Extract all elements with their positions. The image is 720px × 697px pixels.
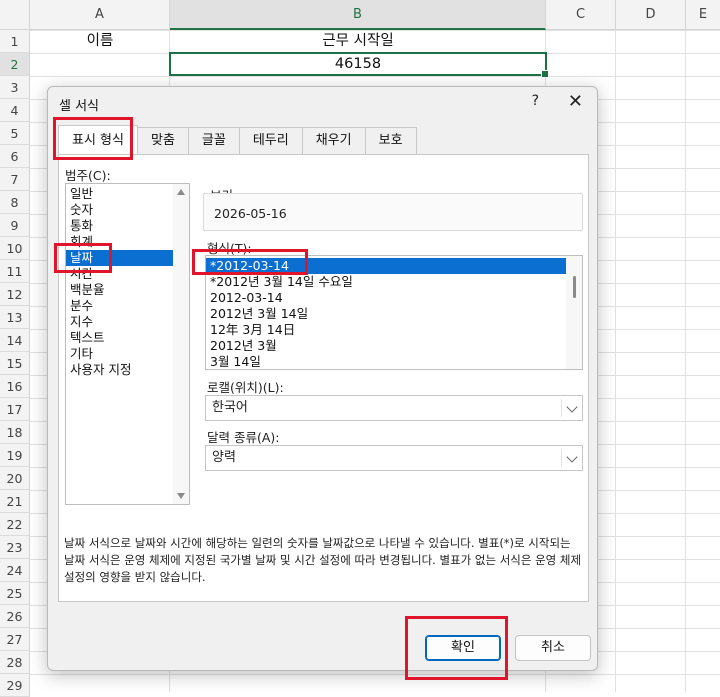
tab-border[interactable]: 테두리 — [238, 127, 303, 155]
row-header-29[interactable]: 29 — [0, 674, 30, 697]
row-header-3[interactable]: 3 — [0, 76, 30, 99]
type-item[interactable]: 3월 14일 — [206, 354, 566, 369]
format-description: 날짜 서식으로 날짜와 시간에 해당하는 일련의 숫자를 날짜값으로 나타낼 수… — [64, 536, 582, 584]
close-icon[interactable]: ✕ — [568, 91, 583, 112]
type-item[interactable]: 2012년 3월 14일 — [206, 306, 566, 322]
row-header-21[interactable]: 21 — [0, 490, 30, 513]
type-listbox[interactable]: *2012-03-14 *2012년 3월 14일 수요일 2012-03-14 20… — [205, 255, 583, 370]
chevron-down-icon — [566, 451, 578, 463]
type-item[interactable]: 12年 3月 14日 — [206, 322, 566, 338]
column-headers: A B C D E — [30, 0, 720, 30]
row-header-2[interactable]: 2 — [0, 53, 30, 76]
row-header-12[interactable]: 12 — [0, 283, 30, 306]
row-headers: 1 2 3 4 5 6 7 8 9 10 11 12 13 14 15 16 17 18 19 20 21 22 23 24 2… — [0, 30, 30, 697]
row-header-24[interactable]: 24 — [0, 559, 30, 582]
category-item[interactable]: 기타 — [66, 346, 174, 362]
dialog-title: 셀 서식 — [59, 99, 100, 114]
tab-font[interactable]: 글꼴 — [187, 127, 240, 155]
type-scroll-thumb[interactable] — [573, 276, 576, 298]
locale-label: 로캘(위치)(L): — [207, 380, 284, 395]
cell-b1[interactable]: 근무 시작일 — [170, 30, 546, 53]
calendar-select[interactable]: 양력 — [205, 445, 583, 471]
active-cell-border — [169, 52, 549, 78]
category-label: 범주(C): — [65, 168, 111, 183]
category-item[interactable]: 시간 — [66, 266, 174, 282]
row-header-11[interactable]: 11 — [0, 260, 30, 283]
cancel-button[interactable]: 취소 — [515, 635, 591, 661]
locale-select[interactable]: 한국어 — [205, 395, 583, 421]
category-item[interactable]: 텍스트 — [66, 330, 174, 346]
row-header-7[interactable]: 7 — [0, 168, 30, 191]
category-item[interactable]: 백분율 — [66, 282, 174, 298]
row-header-25[interactable]: 25 — [0, 582, 30, 605]
type-item[interactable]: 2012년 3월 — [206, 338, 566, 354]
preview-box: 2026-05-16 — [203, 193, 583, 231]
category-item[interactable]: 사용자 지정 — [66, 362, 174, 378]
ok-button[interactable]: 확인 — [425, 635, 501, 661]
cell-a1[interactable]: 이름 — [30, 30, 170, 53]
tab-protection[interactable]: 보호 — [364, 127, 417, 155]
scroll-up-icon[interactable] — [177, 189, 185, 195]
scroll-down-icon[interactable] — [177, 493, 185, 499]
row-header-4[interactable]: 4 — [0, 99, 30, 122]
row-header-17[interactable]: 17 — [0, 398, 30, 421]
column-header-c[interactable]: C — [546, 0, 616, 30]
row-header-15[interactable]: 15 — [0, 352, 30, 375]
row-header-10[interactable]: 10 — [0, 237, 30, 260]
category-listbox[interactable]: 일반 숫자 통화 회계 날짜 시간 백분율 분수 지수 텍스트 기타 사용자 지정 — [65, 183, 190, 505]
type-scrollbar[interactable] — [566, 256, 582, 369]
category-item[interactable]: 지수 — [66, 314, 174, 330]
category-item[interactable]: 회계 — [66, 234, 174, 250]
row-header-13[interactable]: 13 — [0, 306, 30, 329]
preview-value: 2026-05-16 — [214, 206, 287, 221]
locale-value: 한국어 — [212, 400, 248, 415]
tab-number-format[interactable]: 표시 형식 — [58, 125, 138, 155]
calendar-value: 양력 — [212, 450, 236, 465]
row-header-20[interactable]: 20 — [0, 467, 30, 490]
type-item[interactable]: *2012년 3월 14일 수요일 — [206, 274, 566, 290]
row-header-18[interactable]: 18 — [0, 421, 30, 444]
row-header-8[interactable]: 8 — [0, 191, 30, 214]
calendar-label: 달력 종류(A): — [207, 430, 280, 445]
category-item[interactable]: 통화 — [66, 218, 174, 234]
type-item[interactable]: *2012-03-14 — [206, 258, 566, 274]
column-header-e[interactable]: E — [686, 0, 720, 30]
row-header-22[interactable]: 22 — [0, 513, 30, 536]
format-cells-dialog: 셀 서식 ? ✕ 표시 형식 맞춤 글꼴 테두리 채우기 보호 범주(C): 일… — [47, 86, 598, 671]
column-header-d[interactable]: D — [616, 0, 686, 30]
category-item[interactable]: 일반 — [66, 186, 174, 202]
tab-fill[interactable]: 채우기 — [301, 127, 366, 155]
row-header-26[interactable]: 26 — [0, 605, 30, 628]
row-header-5[interactable]: 5 — [0, 122, 30, 145]
column-header-b[interactable]: B — [170, 0, 546, 30]
row-header-1[interactable]: 1 — [0, 30, 30, 53]
row-header-9[interactable]: 9 — [0, 214, 30, 237]
row-header-23[interactable]: 23 — [0, 536, 30, 559]
row-header-16[interactable]: 16 — [0, 375, 30, 398]
category-item[interactable]: 숫자 — [66, 202, 174, 218]
type-item[interactable]: 2012-03-14 — [206, 290, 566, 306]
help-icon[interactable]: ? — [532, 93, 539, 109]
tab-bar: 표시 형식 맞춤 글꼴 테두리 채우기 보호 — [58, 125, 417, 155]
column-header-a[interactable]: A — [30, 0, 170, 30]
row-header-6[interactable]: 6 — [0, 145, 30, 168]
category-item[interactable]: 날짜 — [66, 250, 174, 266]
select-all-corner[interactable] — [0, 0, 30, 30]
row-header-14[interactable]: 14 — [0, 329, 30, 352]
category-scrollbar[interactable] — [173, 184, 189, 504]
tab-alignment[interactable]: 맞춤 — [136, 127, 189, 155]
row-header-28[interactable]: 28 — [0, 651, 30, 674]
row-header-27[interactable]: 27 — [0, 628, 30, 651]
chevron-down-icon — [566, 401, 578, 413]
category-item[interactable]: 분수 — [66, 298, 174, 314]
row-header-19[interactable]: 19 — [0, 444, 30, 467]
